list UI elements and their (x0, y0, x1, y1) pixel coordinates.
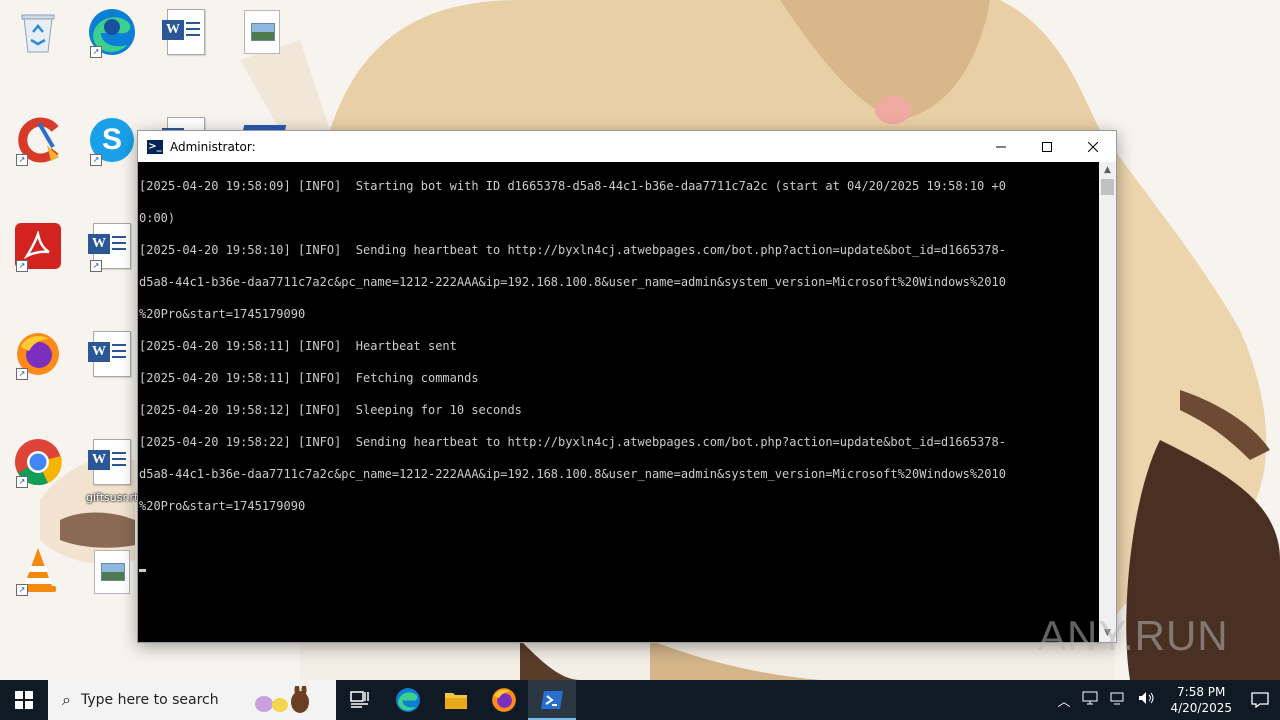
image-file-icon[interactable] (230, 0, 294, 64)
easter-eggs-icon (255, 686, 309, 713)
vlc-shortcut-icon[interactable]: ↗ (6, 538, 70, 602)
minimize-icon (996, 146, 1006, 147)
console-line: d5a8-44c1-b36e-daa7711c7a2c&pc_name=1212… (139, 275, 1006, 289)
powershell-icon: >_ (147, 139, 163, 154)
chevron-up-icon[interactable]: ︿ (1057, 691, 1070, 710)
console-line: [2025-04-20 19:58:11] [INFO] Fetching co… (139, 371, 479, 385)
file-explorer-taskbar-button[interactable] (432, 680, 480, 720)
vertical-scrollbar[interactable]: ▲ ▼ (1099, 162, 1116, 642)
system-tray: ︿ 7:58 PM 4/20/2025 (1051, 680, 1280, 720)
clock-date: 4/20/2025 (1170, 701, 1232, 715)
taskbar: ⌕ Type here to search ︿ 7:58 PM 4/20/202… (0, 680, 1280, 720)
taskbar-search-box[interactable]: ⌕ Type here to search (48, 680, 336, 720)
word-document-icon[interactable]: W ↗ (80, 214, 144, 278)
console-line: [2025-04-20 19:58:11] [INFO] Heartbeat s… (139, 339, 457, 353)
recycle-bin-icon[interactable] (6, 0, 70, 64)
window-titlebar[interactable]: >_ Administrator: (138, 131, 1116, 162)
console-output[interactable]: [2025-04-20 19:58:09] [INFO] Starting bo… (138, 162, 1100, 642)
start-button[interactable] (0, 680, 48, 720)
word-document-icon[interactable]: W (154, 0, 218, 64)
image-file-icon[interactable] (80, 540, 144, 604)
notification-icon (1251, 692, 1269, 708)
display-icon[interactable] (1110, 691, 1126, 709)
network-icon[interactable] (1082, 691, 1098, 709)
console-line: [2025-04-20 19:58:12] [INFO] Sleeping fo… (139, 403, 522, 417)
search-icon: ⌕ (62, 690, 71, 709)
clock-time: 7:58 PM (1177, 685, 1226, 699)
task-view-button[interactable] (336, 680, 384, 720)
console-prompt-line (139, 562, 1100, 578)
windows-logo-icon (15, 691, 33, 709)
console-line: 0:00) (139, 211, 176, 225)
word-document-icon[interactable]: W (80, 430, 144, 494)
edge-taskbar-button[interactable] (384, 680, 432, 720)
window-title: Administrator: (170, 139, 256, 154)
console-line: [2025-04-20 19:58:09] [INFO] Starting bo… (139, 179, 1006, 193)
console-line: %20Pro&start=1745179090 (139, 307, 306, 321)
word-document-icon[interactable]: W (80, 322, 144, 386)
notification-center-button[interactable] (1240, 680, 1280, 720)
console-line: d5a8-44c1-b36e-daa7711c7a2c&pc_name=1212… (139, 467, 1006, 481)
firefox-taskbar-button[interactable] (480, 680, 528, 720)
text-cursor (139, 569, 146, 572)
skype-shortcut-icon[interactable]: S ↗ (80, 108, 144, 172)
search-placeholder: Type here to search (80, 692, 219, 708)
edge-icon (396, 688, 420, 712)
minimize-button[interactable] (978, 131, 1024, 162)
volume-icon[interactable] (1138, 691, 1156, 709)
close-button[interactable] (1070, 131, 1116, 162)
maximize-icon (1042, 141, 1052, 152)
chrome-shortcut-icon[interactable]: ↗ (6, 430, 70, 494)
firefox-icon (492, 688, 516, 712)
firefox-shortcut-icon[interactable]: ↗ (6, 322, 70, 386)
scrollbar-thumb[interactable] (1101, 179, 1114, 195)
desktop-icon-label: giftsusr.rtf (86, 491, 143, 504)
maximize-button[interactable] (1024, 131, 1070, 162)
taskbar-clock[interactable]: 7:58 PM 4/20/2025 (1170, 684, 1232, 716)
task-view-icon (350, 691, 369, 708)
console-line: %20Pro&start=1745179090 (139, 499, 306, 513)
close-icon (1088, 141, 1098, 152)
ccleaner-shortcut-icon[interactable]: ↗ (6, 108, 70, 172)
console-line: [2025-04-20 19:58:22] [INFO] Sending hea… (139, 435, 1006, 449)
acrobat-reader-shortcut-icon[interactable]: ↗ (6, 214, 70, 278)
edge-shortcut-icon[interactable]: ↗ (80, 0, 144, 64)
console-line: [2025-04-20 19:58:10] [INFO] Sending hea… (139, 243, 1006, 257)
file-explorer-icon (445, 693, 467, 709)
scroll-up-arrow-icon[interactable]: ▲ (1099, 162, 1116, 179)
powershell-window[interactable]: >_ Administrator: [2025-04-20 19:58:09] … (137, 130, 1117, 643)
powershell-icon (541, 691, 563, 709)
powershell-taskbar-button[interactable] (528, 680, 576, 720)
anyrun-watermark: ANY.RUN (1038, 612, 1229, 659)
